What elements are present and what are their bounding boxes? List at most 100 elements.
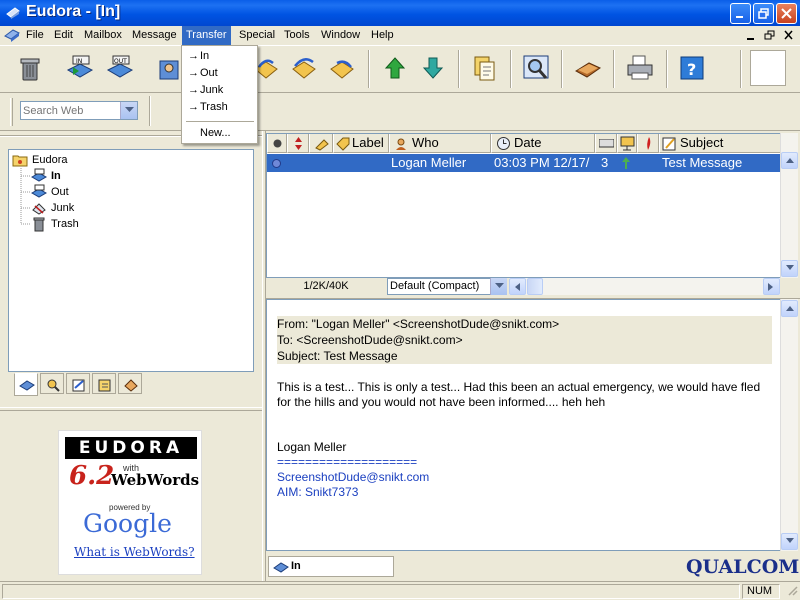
column-date[interactable]: Date: [491, 134, 595, 153]
scroll-left-button[interactable]: [509, 278, 526, 295]
magnifier-icon: [523, 55, 549, 79]
menu-window[interactable]: Window: [317, 26, 364, 45]
next-message-button[interactable]: [415, 50, 451, 86]
column-subject[interactable]: Subject: [659, 134, 781, 153]
signature-email-link[interactable]: ScreenshotDude@snikt.com: [277, 470, 429, 485]
outbox-mailbox-icon: [31, 184, 47, 198]
transfer-new-mailbox[interactable]: New...: [182, 125, 257, 142]
view-dropdown-button[interactable]: [490, 278, 507, 295]
transfer-to-junk[interactable]: →Junk: [182, 82, 257, 99]
scroll-down-button[interactable]: [781, 260, 798, 277]
tree-root-eudora[interactable]: Eudora: [12, 152, 132, 168]
resize-grip[interactable]: [782, 584, 798, 599]
scroll-down-button[interactable]: [781, 533, 798, 550]
help-button[interactable]: ?: [674, 50, 710, 86]
tab-signatures[interactable]: [66, 373, 90, 394]
reply-all-button[interactable]: [286, 50, 322, 86]
scroll-thumb[interactable]: [527, 278, 543, 295]
webwords-ad-panel[interactable]: EUDORA 6.2 with WebWords powered by Goog…: [58, 430, 202, 575]
view-select[interactable]: Default (Compact): [387, 278, 507, 295]
message-subject: Test Message: [662, 155, 743, 170]
send-mail-button[interactable]: OUT: [102, 50, 138, 86]
menu-message[interactable]: Message: [128, 26, 181, 45]
search-web-combobox[interactable]: [20, 101, 138, 120]
pane-divider[interactable]: [0, 407, 263, 411]
mdi-minimize-icon[interactable]: [744, 29, 758, 42]
search-dropdown-button[interactable]: [120, 102, 137, 119]
tab-stationery[interactable]: [92, 373, 116, 394]
column-server-status[interactable]: [617, 134, 637, 153]
column-label[interactable]: Label: [333, 134, 389, 153]
previous-message-button[interactable]: [377, 50, 413, 86]
minimize-icon: [736, 16, 743, 18]
transfer-to-in[interactable]: →In: [182, 48, 257, 65]
chevron-down-icon: [786, 538, 794, 543]
scroll-up-button[interactable]: [781, 300, 798, 317]
signature-rule: ====================: [277, 455, 418, 469]
priority-arrows-icon: [295, 137, 302, 150]
scroll-up-button[interactable]: [781, 152, 798, 169]
column-size[interactable]: [595, 134, 617, 153]
delete-button[interactable]: [12, 50, 48, 86]
message-list-scrollbar[interactable]: [780, 133, 798, 278]
trash-icon: [20, 58, 40, 81]
tab-filters[interactable]: [40, 373, 64, 394]
menu-file[interactable]: File: [22, 26, 48, 45]
forward-button[interactable]: [324, 50, 360, 86]
label-tag-icon: [336, 137, 350, 151]
find-button[interactable]: [518, 50, 554, 86]
ad-eudora-logo: EUDORA: [65, 437, 197, 459]
column-who[interactable]: Who: [389, 134, 491, 153]
arrow-right-icon: →: [188, 50, 199, 62]
tree-item-trash[interactable]: Trash: [31, 216, 131, 232]
restore-button[interactable]: [753, 3, 774, 24]
server-leave-icon: [622, 157, 630, 169]
close-button[interactable]: [776, 3, 797, 24]
printer-icon: [627, 55, 653, 80]
preview-scrollbar[interactable]: [780, 299, 798, 551]
tree-item-junk[interactable]: Junk: [31, 200, 131, 216]
column-status[interactable]: [267, 134, 287, 153]
book-icon: [575, 62, 602, 78]
mdi-close-icon[interactable]: [782, 29, 796, 42]
menu-special[interactable]: Special: [235, 26, 279, 45]
horizontal-scrollbar[interactable]: [509, 278, 780, 295]
forward-icon: [330, 60, 354, 79]
menu-tools[interactable]: Tools: [280, 26, 314, 45]
message-row-selected[interactable]: Logan Meller 03:03 PM 12/17/ 3 Test Mess…: [267, 154, 781, 172]
column-priority[interactable]: [287, 134, 309, 153]
message-preview[interactable]: From: "Logan Meller" <ScreenshotDude@sni…: [266, 299, 780, 551]
window-tab-in[interactable]: In: [268, 556, 394, 577]
search-web-input[interactable]: [21, 102, 119, 119]
preview-subject: Subject: Test Message: [277, 349, 398, 363]
tab-personalities[interactable]: [118, 373, 142, 394]
scroll-right-button[interactable]: [763, 278, 780, 295]
message-list: Label Who Date Subject Logan Meller 03:0…: [266, 133, 781, 278]
menu-mailbox[interactable]: Mailbox: [80, 26, 126, 45]
toolbar-grip[interactable]: [10, 98, 13, 126]
eudora-doc-icon: [4, 29, 20, 42]
tree-item-in[interactable]: In: [31, 168, 131, 184]
signature-name: Logan Meller: [277, 440, 347, 454]
attach-button[interactable]: [466, 50, 502, 86]
transfer-to-trash[interactable]: →Trash: [182, 99, 257, 116]
column-attachment[interactable]: [309, 134, 333, 153]
minimize-button[interactable]: [730, 3, 751, 24]
column-mood[interactable]: [637, 134, 659, 153]
transfer-to-out[interactable]: →Out: [182, 65, 257, 82]
tree-item-out[interactable]: Out: [31, 184, 131, 200]
num-lock-indicator: NUM: [742, 584, 780, 599]
check-mail-button[interactable]: IN: [62, 50, 98, 86]
message-date: 03:03 PM 12/17/: [494, 155, 590, 170]
menu-edit[interactable]: Edit: [50, 26, 77, 45]
what-is-webwords-link[interactable]: What is WebWords?: [74, 545, 195, 559]
transfer-dropdown-menu: →In →Out →Junk →Trash New...: [181, 45, 258, 144]
mdi-restore-icon[interactable]: [763, 29, 777, 42]
print-button[interactable]: [622, 50, 658, 86]
menu-help[interactable]: Help: [367, 26, 398, 45]
tab-mailboxes[interactable]: [14, 373, 38, 396]
preview-body-line: This is a test... This is only a test...…: [277, 380, 761, 394]
title-bar[interactable]: Eudora - [In]: [0, 0, 800, 26]
address-book-open-button[interactable]: [570, 50, 606, 86]
menu-transfer[interactable]: Transfer: [182, 26, 231, 45]
